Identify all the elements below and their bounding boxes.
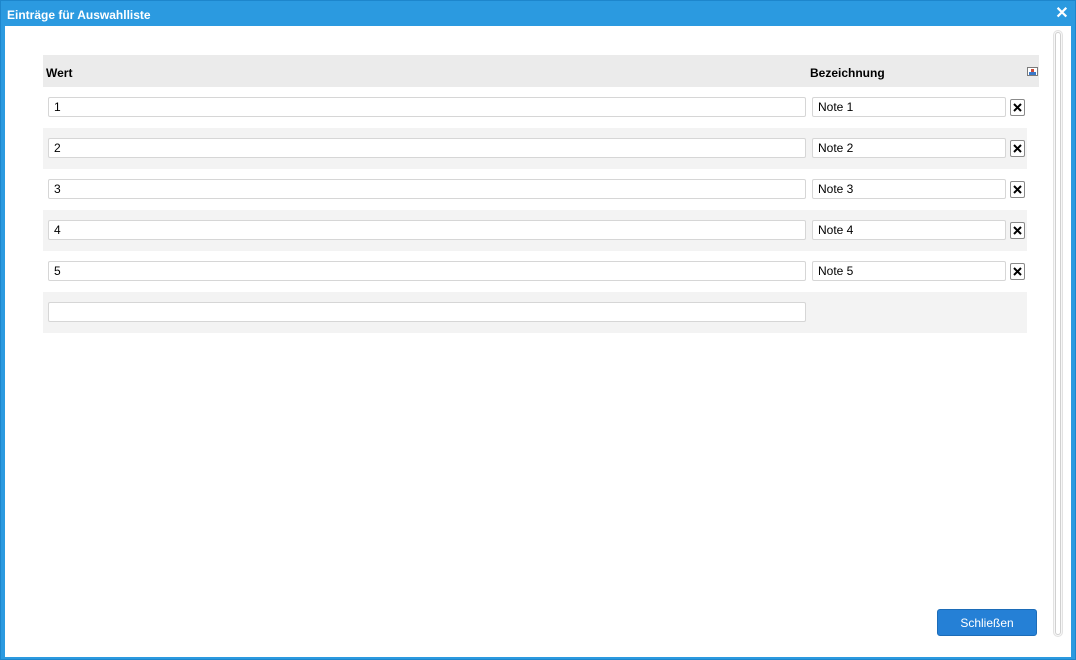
table-row <box>43 251 1027 292</box>
dialog-titlebar[interactable]: Einträge für Auswahlliste ✕ <box>1 1 1075 27</box>
wert-input[interactable] <box>48 220 806 240</box>
wert-input[interactable] <box>48 138 806 158</box>
bezeichnung-input[interactable] <box>812 97 1006 117</box>
close-icon <box>1013 226 1022 235</box>
header-wert: Wert <box>46 66 73 80</box>
close-icon <box>1013 267 1022 276</box>
dialog-content: Wert Bezeichnung 1 Note 1 2 Note 2 3 Not… <box>5 26 1071 657</box>
table-row <box>43 210 1027 251</box>
table-row-new <box>43 292 1027 333</box>
close-icon <box>1013 103 1022 112</box>
table-header: Wert Bezeichnung <box>43 55 1039 87</box>
bezeichnung-input[interactable] <box>812 179 1006 199</box>
delete-row-button[interactable] <box>1010 140 1025 157</box>
scrollbar-thumb[interactable] <box>1055 32 1061 635</box>
close-icon[interactable]: ✕ <box>1055 6 1069 22</box>
scrollbar[interactable] <box>1053 30 1063 637</box>
bezeichnung-input[interactable] <box>812 261 1006 281</box>
new-wert-input[interactable] <box>48 302 806 322</box>
table-row <box>43 87 1027 128</box>
wert-input[interactable] <box>48 97 806 117</box>
delete-row-button[interactable] <box>1010 222 1025 239</box>
dialog-window: Einträge für Auswahlliste ✕ Wert Bezeich… <box>0 0 1076 660</box>
table-row <box>43 128 1027 169</box>
delete-row-button[interactable] <box>1010 263 1025 280</box>
bezeichnung-input[interactable] <box>812 138 1006 158</box>
table-row <box>43 169 1027 210</box>
entries-table: Wert Bezeichnung <box>43 55 1039 333</box>
wert-input[interactable] <box>48 179 806 199</box>
sort-icon[interactable] <box>1027 67 1038 76</box>
wert-input[interactable] <box>48 261 806 281</box>
close-icon <box>1013 144 1022 153</box>
close-dialog-button[interactable]: Schließen <box>937 609 1037 636</box>
close-icon <box>1013 185 1022 194</box>
bezeichnung-input[interactable] <box>812 220 1006 240</box>
delete-row-button[interactable] <box>1010 99 1025 116</box>
header-bezeichnung: Bezeichnung <box>810 66 885 80</box>
delete-row-button[interactable] <box>1010 181 1025 198</box>
dialog-title: Einträge für Auswahlliste <box>7 8 151 22</box>
